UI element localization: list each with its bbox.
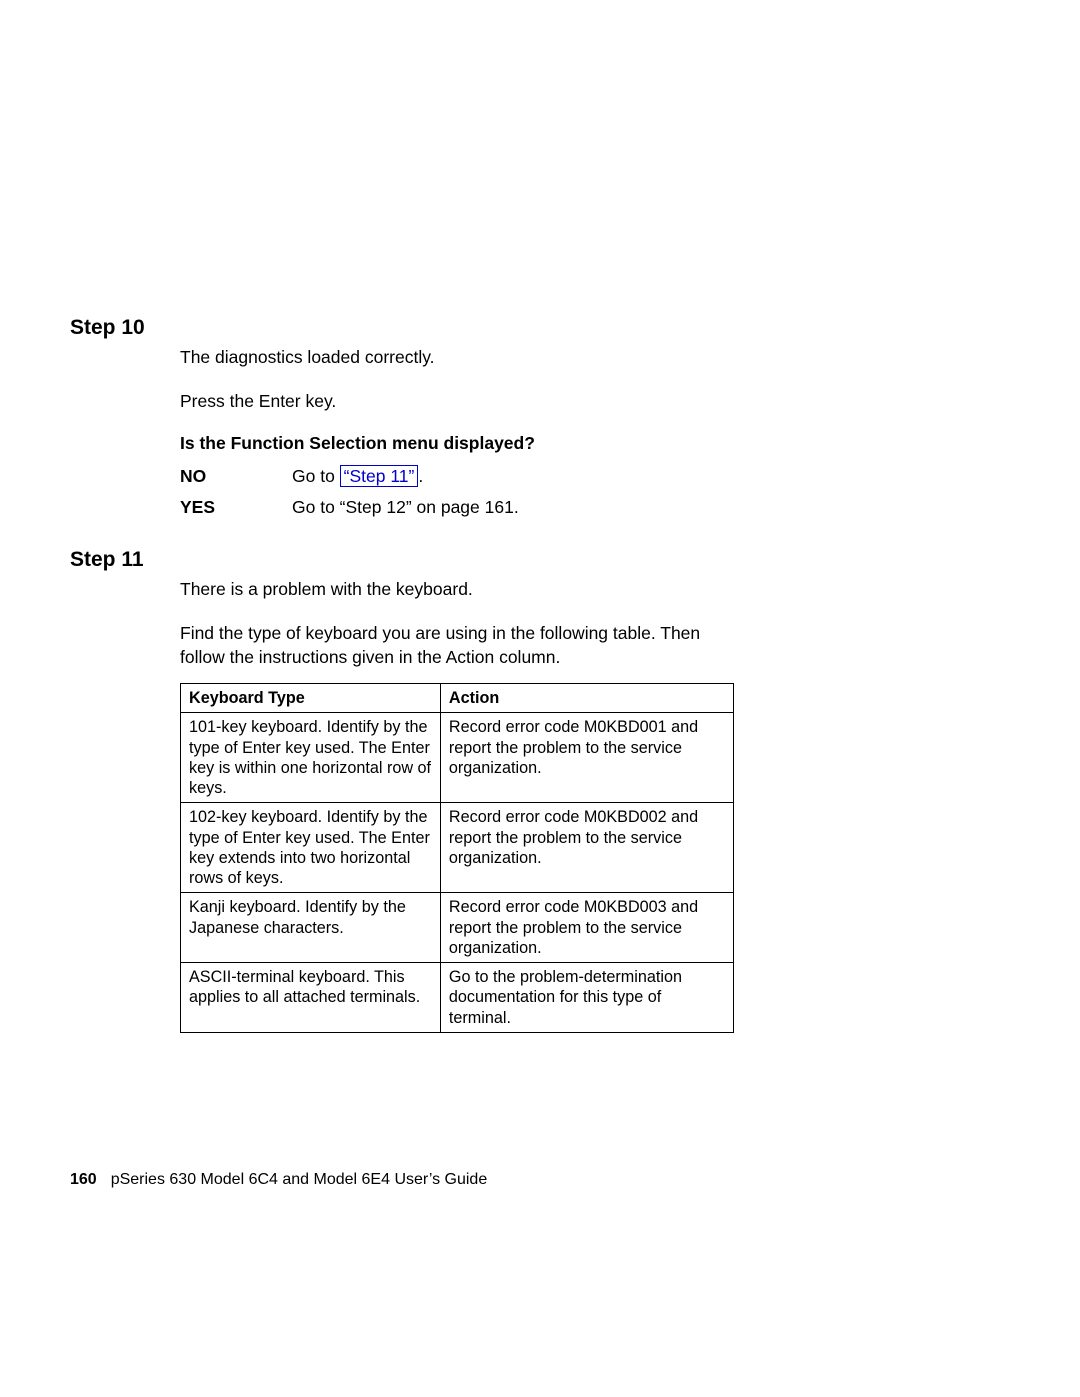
- content-area: Step 10 The diagnostics loaded correctly…: [70, 316, 1010, 1063]
- step-11-body: There is a problem with the keyboard. Fi…: [180, 578, 740, 669]
- page-number: 160: [70, 1171, 97, 1188]
- answer-yes-label: YES: [180, 497, 292, 518]
- table-cell-action: Go to the problem-determination document…: [440, 963, 733, 1033]
- step-10-line-2: Press the Enter key.: [180, 390, 740, 414]
- step-10-block: Step 10 The diagnostics loaded correctly…: [70, 316, 1010, 518]
- step-10-body: The diagnostics loaded correctly. Press …: [180, 346, 740, 518]
- step-11-line-2: Find the type of keyboard you are using …: [180, 622, 740, 669]
- table-cell-keyboard-type: 101-key keyboard. Identify by the type o…: [181, 713, 441, 803]
- page: Step 10 The diagnostics loaded correctly…: [0, 0, 1080, 1397]
- step-11-heading: Step 11: [70, 548, 1010, 572]
- step-11-line-1: There is a problem with the keyboard.: [180, 578, 740, 602]
- answer-no-row: NO Go to “Step 11”.: [180, 466, 740, 487]
- table-cell-action: Record error code M0KBD003 and report th…: [440, 893, 733, 963]
- table-row: 102-key keyboard. Identify by the type o…: [181, 803, 734, 893]
- step-11-link[interactable]: “Step 11”: [340, 465, 419, 487]
- answer-no-prefix: Go to: [292, 466, 340, 486]
- table-cell-action: Record error code M0KBD002 and report th…: [440, 803, 733, 893]
- keyboard-table: Keyboard Type Action 101-key keyboard. I…: [180, 683, 734, 1033]
- table-cell-keyboard-type: ASCII-terminal keyboard. This applies to…: [181, 963, 441, 1033]
- step-11-block: Step 11 There is a problem with the keyb…: [70, 548, 1010, 1033]
- answer-no-text: Go to “Step 11”.: [292, 466, 423, 487]
- step-10-heading: Step 10: [70, 316, 1010, 340]
- table-cell-action: Record error code M0KBD001 and report th…: [440, 713, 733, 803]
- step-10-question: Is the Function Selection menu displayed…: [180, 433, 740, 454]
- table-row: 101-key keyboard. Identify by the type o…: [181, 713, 734, 803]
- page-footer: 160 pSeries 630 Model 6C4 and Model 6E4 U…: [70, 1171, 487, 1189]
- footer-title: pSeries 630 Model 6C4 and Model 6E4 User…: [111, 1171, 488, 1188]
- answer-yes-row: YES Go to “Step 12” on page 161.: [180, 497, 740, 518]
- table-row: ASCII-terminal keyboard. This applies to…: [181, 963, 734, 1033]
- table-header-row: Keyboard Type Action: [181, 684, 734, 713]
- table-row: Kanji keyboard. Identify by the Japanese…: [181, 893, 734, 963]
- table-cell-keyboard-type: 102-key keyboard. Identify by the type o…: [181, 803, 441, 893]
- table-header-keyboard-type: Keyboard Type: [181, 684, 441, 713]
- answer-yes-text: Go to “Step 12” on page 161.: [292, 497, 519, 518]
- step-10-line-1: The diagnostics loaded correctly.: [180, 346, 740, 370]
- answer-no-label: NO: [180, 466, 292, 487]
- answer-no-suffix: .: [418, 466, 423, 486]
- table-header-action: Action: [440, 684, 733, 713]
- table-cell-keyboard-type: Kanji keyboard. Identify by the Japanese…: [181, 893, 441, 963]
